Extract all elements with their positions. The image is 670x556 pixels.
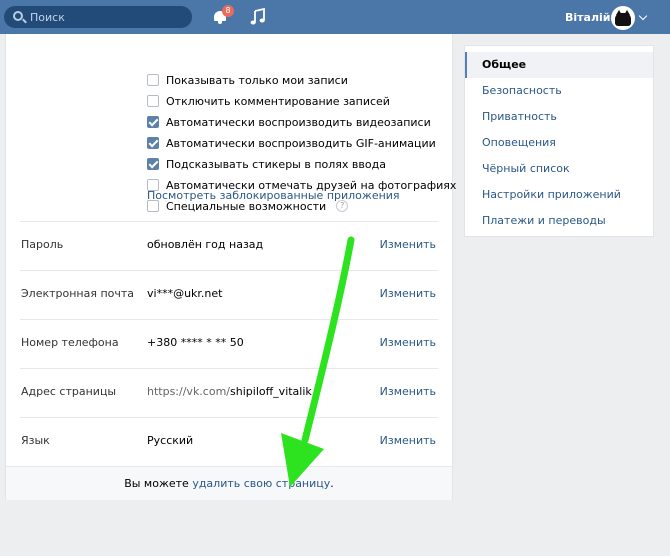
- music-note-icon[interactable]: [250, 8, 266, 26]
- menu-item[interactable]: Общее: [465, 52, 653, 78]
- phone-label: Номер телефона: [21, 336, 119, 349]
- menu-item[interactable]: Платежи и переводы: [465, 208, 653, 234]
- user-name[interactable]: Віталій: [565, 11, 611, 24]
- option-row[interactable]: Подсказывать стикеры в полях ввода: [147, 156, 386, 172]
- menu-item[interactable]: Безопасность: [465, 78, 653, 104]
- menu-item[interactable]: Чёрный список: [465, 156, 653, 182]
- footer-text: Вы можете: [124, 477, 193, 490]
- menu-items: Общее Безопасность Приватность Оповещения Чё…: [465, 52, 653, 234]
- option-row[interactable]: Автоматически воспроизводить видеозаписи: [147, 114, 431, 130]
- option-label: Отключить комментирование записей: [166, 94, 390, 108]
- option-label: Автоматически воспроизводить GIF-анимаци…: [166, 136, 436, 150]
- email-value: vi***@ukr.net: [147, 287, 223, 300]
- menu-item[interactable]: Настройки приложений: [465, 182, 653, 208]
- delete-page-footer: Вы можете удалить свою страницу.: [6, 466, 452, 500]
- menu-item[interactable]: Приватность: [465, 104, 653, 130]
- divider: [20, 368, 438, 369]
- avatar[interactable]: [611, 6, 635, 30]
- divider: [20, 417, 438, 418]
- settings-panel: Показывать только мои записи Отключить ко…: [5, 34, 456, 500]
- password-label: Пароль: [21, 238, 64, 251]
- option-label: Автоматически воспроизводить видеозаписи: [166, 115, 431, 129]
- option-label: Подсказывать стикеры в полях ввода: [166, 157, 386, 171]
- option-row[interactable]: Автоматически воспроизводить GIF-анимаци…: [147, 135, 436, 151]
- change-page-address-link[interactable]: Изменить: [380, 385, 436, 398]
- option-checkbox[interactable]: [147, 95, 159, 107]
- blocked-apps-link[interactable]: Посмотреть заблокированные приложения: [147, 189, 400, 202]
- page-address-value: https://vk.com/shipiloff_vitalik: [147, 385, 312, 398]
- option-row[interactable]: Показывать только мои записи: [147, 72, 348, 88]
- search-icon: [13, 11, 23, 21]
- email-label: Электронная почта: [21, 287, 135, 300]
- change-email-link[interactable]: Изменить: [380, 287, 436, 300]
- option-checkbox[interactable]: [147, 74, 159, 86]
- top-bar: 8 Віталій: [0, 0, 670, 34]
- change-password-link[interactable]: Изменить: [380, 238, 436, 251]
- delete-page-link[interactable]: удалить свою страницу: [192, 477, 330, 490]
- divider: [20, 221, 438, 222]
- option-row[interactable]: Отключить комментирование записей: [147, 93, 390, 109]
- password-value: обновлён год назад: [147, 238, 264, 251]
- phone-value: +380 **** * ** 50: [147, 336, 244, 349]
- menu-item[interactable]: Оповещения: [465, 130, 653, 156]
- chevron-down-icon[interactable]: [638, 11, 648, 21]
- page-address-label: Адрес страницы: [21, 385, 117, 398]
- search-input[interactable]: [30, 6, 180, 28]
- change-language-link[interactable]: Изменить: [380, 434, 436, 447]
- divider: [20, 270, 438, 271]
- page-address-prefix: https://vk.com/: [147, 385, 231, 398]
- language-value: Русский: [147, 434, 194, 447]
- language-label: Язык: [21, 434, 50, 447]
- option-checkbox[interactable]: [147, 137, 159, 149]
- search-box[interactable]: [4, 6, 192, 28]
- option-checkbox[interactable]: [147, 116, 159, 128]
- footer-period: .: [330, 477, 334, 490]
- divider: [20, 319, 438, 320]
- page-address-slug: shipiloff_vitalik: [230, 385, 312, 398]
- option-label: Показывать только мои записи: [166, 73, 348, 87]
- settings-menu: Общее Безопасность Приватность Оповещения Чё…: [464, 45, 654, 237]
- change-phone-link[interactable]: Изменить: [380, 336, 436, 349]
- option-checkbox[interactable]: [147, 158, 159, 170]
- notification-badge: 8: [222, 5, 234, 17]
